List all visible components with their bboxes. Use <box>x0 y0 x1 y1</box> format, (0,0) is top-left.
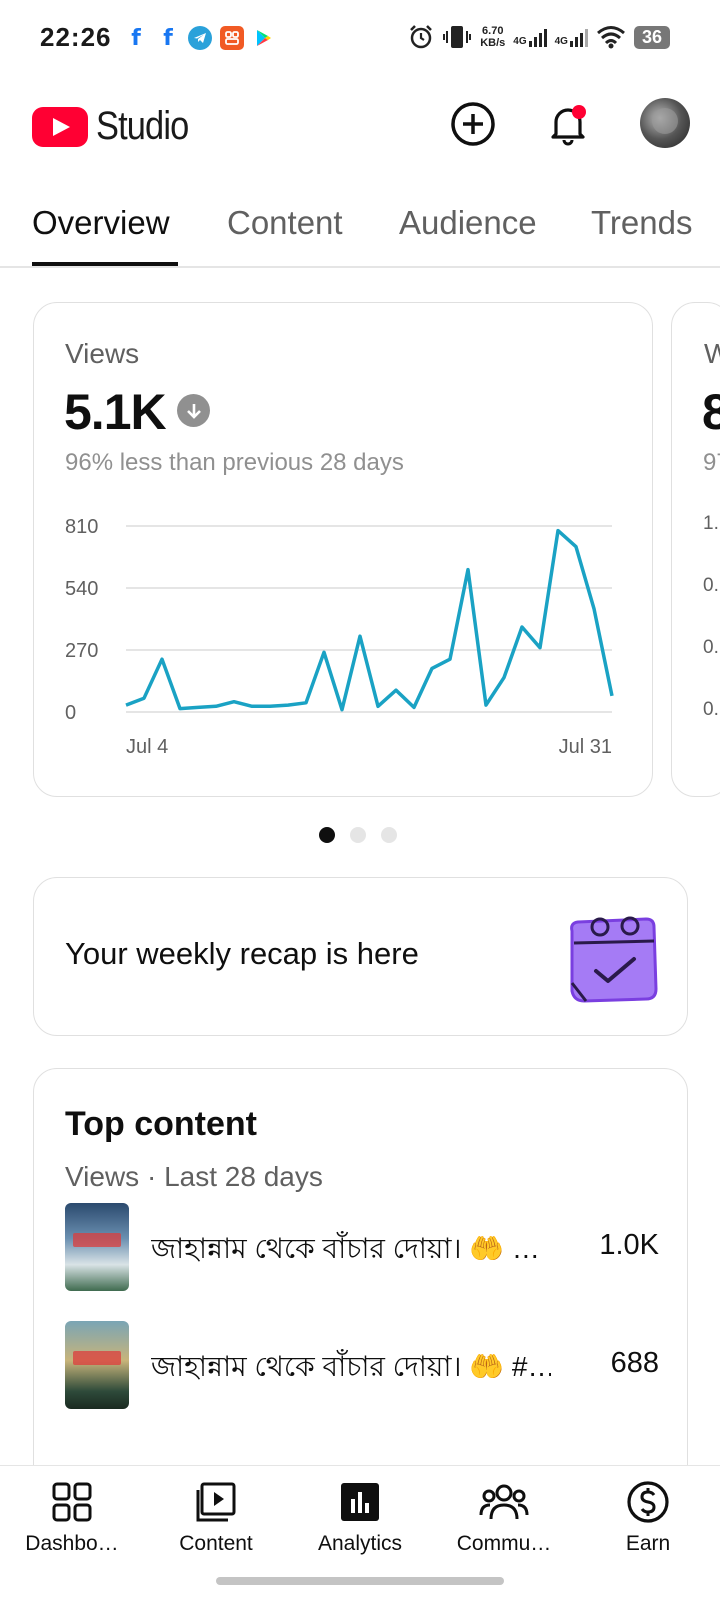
peek-tick: 0. <box>703 699 719 720</box>
nav-label: Earn <box>625 1532 671 1555</box>
y-tick-label: 270 <box>65 640 98 662</box>
logo-text: Studio <box>96 104 189 148</box>
nav-label: Analytics <box>317 1532 403 1555</box>
alarm-icon <box>410 25 433 49</box>
y-tick-label: 0 <box>65 702 76 724</box>
notifications-button[interactable] <box>544 100 592 148</box>
tab-bar: Overview Content Audience Trends <box>0 190 720 268</box>
carousel-dot[interactable] <box>319 827 335 843</box>
app-header: Studio <box>0 90 720 160</box>
views-comparison: 96% less than previous 28 days <box>65 449 404 476</box>
video-views: 1.0K <box>599 1229 659 1261</box>
earn-icon <box>627 1481 669 1523</box>
peek-value: 8 <box>702 384 720 440</box>
peek-comparison: 97 <box>703 449 720 476</box>
carousel-dot[interactable] <box>381 827 397 843</box>
signal-sim2: 4G <box>555 27 588 47</box>
telegram-icon <box>188 26 212 50</box>
video-title: জাহান্নাম থেকে বাঁচার দোয়া। 🤲 #… <box>151 1351 551 1382</box>
x-tick-label: Jul 31 <box>559 736 612 758</box>
home-indicator <box>216 1577 504 1585</box>
nav-earn[interactable]: Earn <box>576 1478 720 1556</box>
nav-content[interactable]: Content <box>144 1478 288 1556</box>
net-speed: 6.70 KB/s <box>480 25 506 49</box>
list-item[interactable]: জাহান্নাম থেকে বাঁচার দোয়া। 🤲 #… 688 <box>65 1321 659 1411</box>
video-title: জাহান্নাম থেকে বাঁচার দোয়া। 🤲 … <box>151 1233 540 1264</box>
peek-tick: 1. <box>703 513 719 534</box>
top-content-title: Top content <box>65 1105 257 1143</box>
bell-icon <box>551 105 586 146</box>
nav-label: Dashbo… <box>25 1532 119 1555</box>
list-item[interactable]: জাহান্নাম থেকে বাঁচার দোয়া। 🤲 … 1.0K <box>65 1203 659 1293</box>
facebook-icon: f <box>163 25 173 51</box>
carousel-dots <box>319 827 397 843</box>
wifi-icon <box>597 26 625 49</box>
y-tick-label: 540 <box>65 578 98 600</box>
avatar[interactable] <box>640 98 690 148</box>
nav-label: Content <box>179 1532 253 1555</box>
tab-content[interactable]: Content <box>227 204 343 242</box>
video-views: 688 <box>610 1347 659 1379</box>
calendar-check-icon <box>570 916 658 1003</box>
battery-indicator: 36 <box>633 25 670 49</box>
views-series-line <box>125 528 614 712</box>
views-card[interactable]: Views 5.1K 96% less than previous 28 day… <box>33 302 653 797</box>
nav-community[interactable]: Commu… <box>432 1478 576 1556</box>
system-indicators: 6.70 KB/s 4G 4G 36 <box>408 24 670 50</box>
peek-tick: 0. <box>703 575 719 596</box>
content-icon <box>196 1482 236 1522</box>
y-tick-label: 810 <box>65 516 98 538</box>
studio-logo[interactable]: Studio <box>32 104 203 149</box>
nav-label: Commu… <box>456 1532 552 1555</box>
peek-label: W <box>704 338 720 369</box>
views-label: Views <box>65 338 140 369</box>
tab-audience[interactable]: Audience <box>399 204 537 242</box>
dashboard-icon <box>52 1482 92 1522</box>
active-tab-indicator <box>32 262 178 266</box>
tab-trends[interactable]: Trends <box>591 204 692 242</box>
create-button[interactable] <box>449 100 497 148</box>
facebook-icon: f <box>131 25 141 51</box>
peek-tick: 0. <box>703 637 719 658</box>
status-time: 22:26 <box>40 22 112 52</box>
plus-circle-icon <box>451 102 495 146</box>
tab-overview[interactable]: Overview <box>32 204 170 242</box>
notification-icons: f f <box>124 25 276 51</box>
nav-dashboard[interactable]: Dashbo… <box>0 1478 144 1556</box>
views-chart: 810 540 270 0 Jul 4 Jul 31 <box>65 516 614 758</box>
analytics-icon <box>341 1483 379 1521</box>
top-content-subtitle: Views · Last 28 days <box>65 1161 323 1192</box>
signal-sim1: 4G <box>513 27 547 47</box>
play-store-icon <box>252 26 276 50</box>
views-value: 5.1K <box>64 384 167 440</box>
video-thumbnail <box>65 1321 129 1409</box>
status-bar: 22:26 f f 6.70 KB/s 4G 4G 36 <box>0 0 720 78</box>
weekly-recap-card[interactable]: Your weekly recap is here <box>33 877 688 1036</box>
watch-time-card[interactable]: W 8 97 1. 0. 0. 0. <box>671 302 720 797</box>
vibrate-icon <box>443 26 472 48</box>
recap-text: Your weekly recap is here <box>65 936 419 971</box>
video-thumbnail <box>65 1203 129 1291</box>
carousel-dot[interactable] <box>350 827 366 843</box>
arrow-down-icon <box>177 394 210 427</box>
nav-analytics[interactable]: Analytics <box>288 1478 432 1556</box>
app-icon <box>220 26 244 50</box>
community-icon <box>479 1484 529 1520</box>
x-tick-label: Jul 4 <box>126 736 168 758</box>
youtube-logo-icon <box>32 106 88 147</box>
